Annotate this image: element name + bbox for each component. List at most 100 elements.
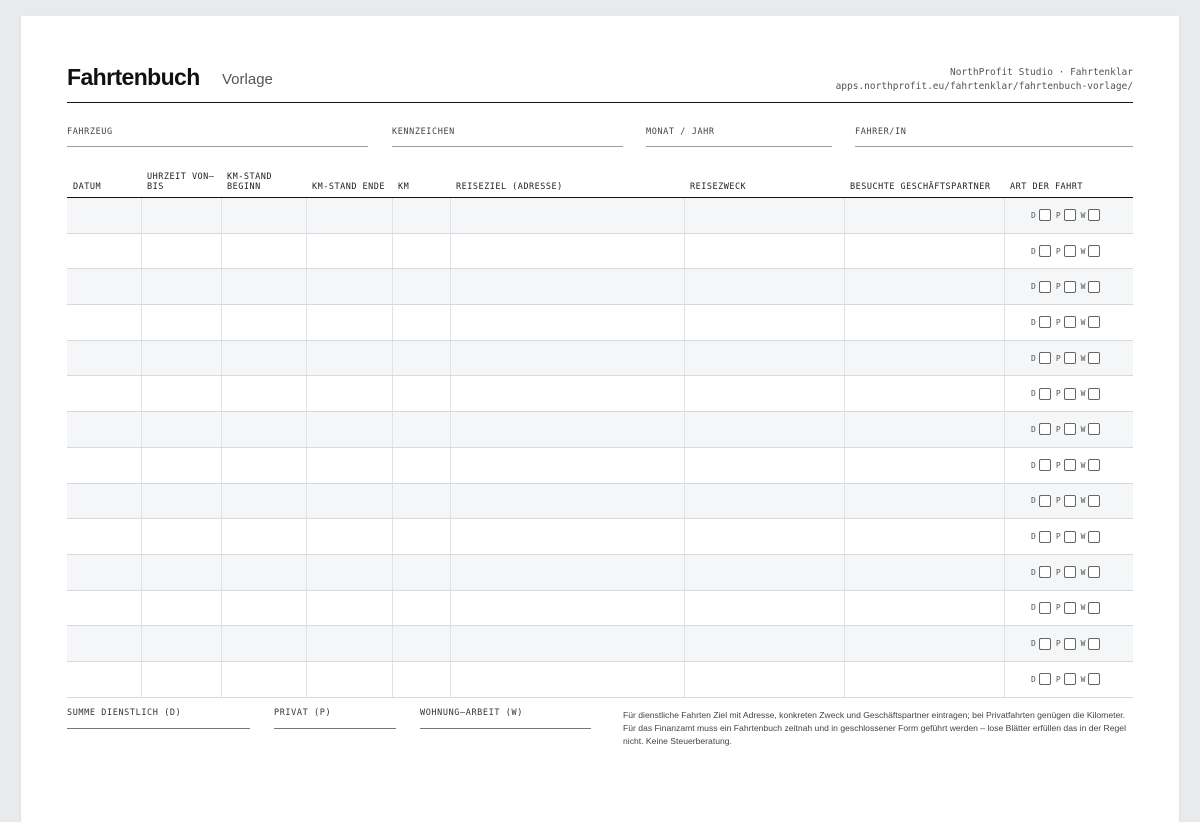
trip-type-checkbox[interactable] [1038,280,1051,293]
trip-type-checkbox[interactable] [1063,601,1076,614]
trip-type-checkbox[interactable] [1088,601,1101,614]
cell-date[interactable] [67,412,142,447]
trip-type-checkbox[interactable] [1088,387,1101,400]
cell-odometer-start[interactable] [221,554,307,590]
trip-type-checkbox[interactable] [1063,352,1076,365]
cell-odometer-start[interactable] [221,340,307,376]
trip-type-checkbox[interactable] [1063,637,1076,650]
cell-business-partners[interactable] [844,340,1005,376]
cell-business-partners[interactable] [844,447,1005,483]
trip-type-checkbox[interactable] [1088,423,1101,436]
cell-time[interactable] [141,340,222,376]
cell-odometer-end[interactable] [306,305,393,340]
cell-business-partners[interactable] [844,269,1005,305]
trip-type-checkbox[interactable] [1038,637,1051,650]
trip-type-checkbox[interactable] [1038,494,1051,507]
cell-business-partners[interactable] [844,626,1005,661]
cell-odometer-end[interactable] [306,483,393,519]
license-plate-field[interactable]: KENNZEICHEN [392,119,623,147]
cell-destination[interactable] [450,198,685,233]
cell-odometer-end[interactable] [306,661,393,697]
cell-km[interactable] [392,233,451,269]
cell-km[interactable] [392,305,451,340]
cell-time[interactable] [141,305,222,340]
sum-commute-field[interactable]: WOHNUNG–ARBEIT (W) [420,700,591,729]
cell-purpose[interactable] [684,412,845,447]
cell-purpose[interactable] [684,233,845,269]
cell-odometer-end[interactable] [306,233,393,269]
trip-type-checkbox[interactable] [1038,209,1051,222]
cell-destination[interactable] [450,519,685,554]
cell-destination[interactable] [450,661,685,697]
cell-date[interactable] [67,661,142,697]
cell-odometer-start[interactable] [221,269,307,305]
month-year-field[interactable]: MONAT / JAHR [646,119,832,147]
cell-km[interactable] [392,554,451,590]
trip-type-checkbox[interactable] [1063,566,1076,579]
trip-type-checkbox[interactable] [1088,352,1101,365]
cell-date[interactable] [67,554,142,590]
cell-purpose[interactable] [684,269,845,305]
cell-purpose[interactable] [684,376,845,412]
sum-private-field[interactable]: PRIVAT (P) [274,700,396,729]
trip-type-checkbox[interactable] [1038,423,1051,436]
trip-type-checkbox[interactable] [1038,352,1051,365]
cell-time[interactable] [141,626,222,661]
cell-km[interactable] [392,661,451,697]
cell-time[interactable] [141,233,222,269]
cell-km[interactable] [392,626,451,661]
cell-odometer-start[interactable] [221,447,307,483]
cell-destination[interactable] [450,483,685,519]
cell-km[interactable] [392,519,451,554]
cell-odometer-end[interactable] [306,269,393,305]
cell-date[interactable] [67,305,142,340]
cell-time[interactable] [141,661,222,697]
cell-destination[interactable] [450,447,685,483]
sum-business-field[interactable]: SUMME DIENSTLICH (D) [67,700,250,729]
trip-type-checkbox[interactable] [1038,459,1051,472]
trip-type-checkbox[interactable] [1063,494,1076,507]
cell-km[interactable] [392,590,451,626]
cell-purpose[interactable] [684,626,845,661]
cell-km[interactable] [392,198,451,233]
cell-time[interactable] [141,590,222,626]
cell-odometer-start[interactable] [221,590,307,626]
cell-business-partners[interactable] [844,519,1005,554]
cell-time[interactable] [141,198,222,233]
cell-purpose[interactable] [684,519,845,554]
cell-odometer-start[interactable] [221,198,307,233]
cell-km[interactable] [392,269,451,305]
cell-km[interactable] [392,483,451,519]
cell-purpose[interactable] [684,198,845,233]
cell-odometer-end[interactable] [306,554,393,590]
trip-type-checkbox[interactable] [1088,637,1101,650]
cell-odometer-end[interactable] [306,376,393,412]
cell-odometer-end[interactable] [306,412,393,447]
cell-odometer-start[interactable] [221,626,307,661]
cell-purpose[interactable] [684,305,845,340]
cell-odometer-start[interactable] [221,412,307,447]
vehicle-field[interactable]: FAHRZEUG [67,119,368,147]
cell-time[interactable] [141,554,222,590]
cell-business-partners[interactable] [844,305,1005,340]
cell-purpose[interactable] [684,447,845,483]
cell-destination[interactable] [450,376,685,412]
cell-odometer-end[interactable] [306,590,393,626]
trip-type-checkbox[interactable] [1038,601,1051,614]
cell-date[interactable] [67,626,142,661]
cell-business-partners[interactable] [844,554,1005,590]
trip-type-checkbox[interactable] [1038,566,1051,579]
trip-type-checkbox[interactable] [1088,494,1101,507]
cell-business-partners[interactable] [844,412,1005,447]
cell-km[interactable] [392,340,451,376]
cell-km[interactable] [392,447,451,483]
trip-type-checkbox[interactable] [1063,209,1076,222]
cell-time[interactable] [141,483,222,519]
trip-type-checkbox[interactable] [1088,245,1101,258]
cell-odometer-start[interactable] [221,519,307,554]
cell-odometer-end[interactable] [306,519,393,554]
cell-business-partners[interactable] [844,233,1005,269]
cell-odometer-end[interactable] [306,626,393,661]
trip-type-checkbox[interactable] [1038,673,1051,686]
cell-odometer-start[interactable] [221,483,307,519]
